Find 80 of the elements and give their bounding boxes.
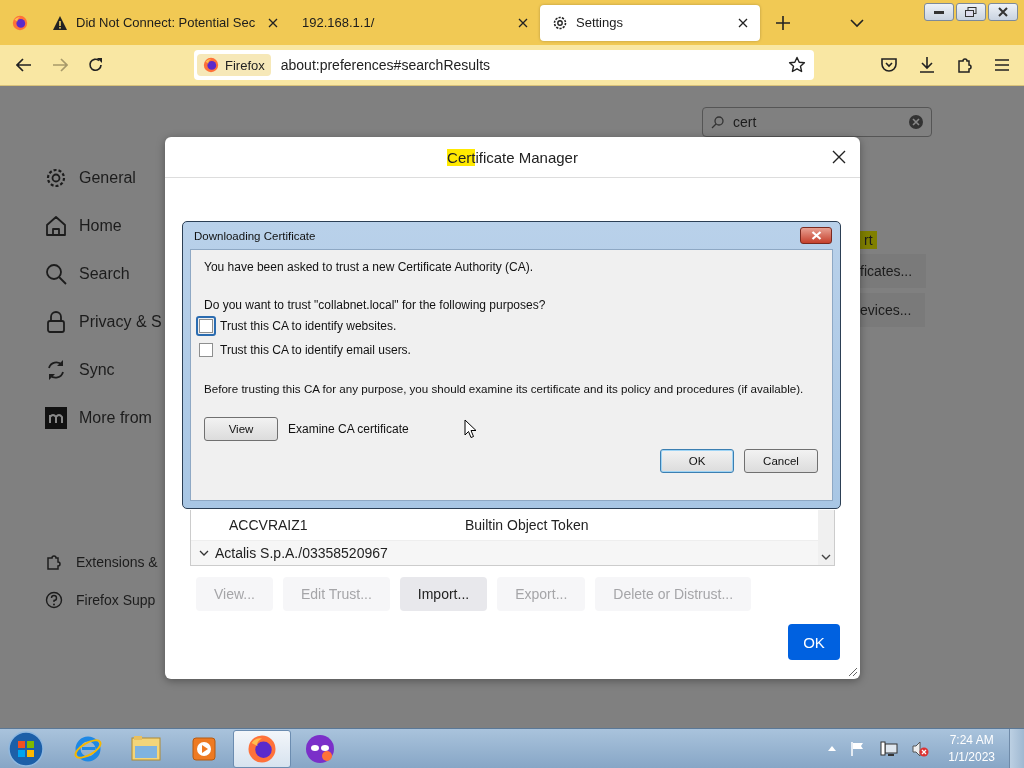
nav-item[interactable]: General xyxy=(45,166,215,189)
close-icon[interactable] xyxy=(268,17,278,28)
message-text: You have been asked to trust a new Certificate Authority (CA). xyxy=(204,260,534,274)
checkbox-label[interactable]: Trust this CA to identify websites. xyxy=(220,319,397,333)
gear-icon xyxy=(45,166,67,189)
tab-title: 192.168.1.1/ xyxy=(302,15,376,30)
home-icon xyxy=(45,214,67,237)
puzzle-icon xyxy=(45,553,63,571)
tab-title: Did Not Connect: Potential Sec xyxy=(76,15,257,30)
resize-grip-icon[interactable] xyxy=(846,665,858,677)
tab-title: Settings xyxy=(576,15,624,30)
cancel-button[interactable]: Cancel xyxy=(744,449,818,473)
minimize-icon xyxy=(934,10,944,14)
view-label: Examine CA certificate xyxy=(288,422,409,436)
close-button[interactable] xyxy=(800,227,832,244)
speaker-muted-icon[interactable] xyxy=(912,740,931,757)
start-button[interactable] xyxy=(7,729,45,768)
restore-button[interactable] xyxy=(956,3,986,21)
search-icon xyxy=(45,262,67,285)
help-icon xyxy=(45,591,63,609)
minimize-button[interactable] xyxy=(924,3,954,21)
ok-button[interactable]: OK xyxy=(660,449,734,473)
chevron-icon[interactable] xyxy=(199,549,209,557)
firefox-icon xyxy=(203,57,219,73)
sync-icon xyxy=(45,358,67,381)
chevron-down-icon[interactable] xyxy=(850,17,864,28)
browser-tab[interactable]: 192.168.1.1/ xyxy=(290,4,540,41)
plus-icon[interactable] xyxy=(776,15,790,30)
message-text: Do you want to trust "collabnet.local" for the following purposes? xyxy=(204,298,546,312)
close-icon xyxy=(998,7,1008,17)
checkbox[interactable] xyxy=(199,319,213,333)
puzzle-icon[interactable] xyxy=(956,56,974,74)
checkbox[interactable] xyxy=(199,343,213,357)
dialog-button[interactable]: Import... xyxy=(399,577,488,611)
table-cell-text: ACCVRAIZ1 xyxy=(228,517,309,533)
play-icon xyxy=(190,734,218,763)
nav-item[interactable]: Extensions & xyxy=(45,553,215,571)
nav-item[interactable]: Sync xyxy=(45,358,215,381)
menu-icon[interactable] xyxy=(994,58,1010,72)
chevron-down-icon xyxy=(821,554,831,561)
search-field[interactable]: cert xyxy=(702,107,932,137)
gear-icon xyxy=(552,14,568,31)
url-text: about:preferences#searchResults xyxy=(280,57,492,73)
address-bar[interactable]: Firefox about:preferences#searchResults xyxy=(194,50,814,80)
close-button[interactable] xyxy=(988,3,1018,21)
reload-icon[interactable] xyxy=(88,57,104,73)
search-icon xyxy=(711,115,725,129)
browser-tab[interactable]: Did Not Connect: Potential Sec xyxy=(40,4,290,41)
view-button[interactable]: View xyxy=(204,417,278,441)
cursor-icon xyxy=(464,419,477,439)
download-icon[interactable] xyxy=(918,56,936,74)
clock-date[interactable]: 1/1/2023 xyxy=(948,748,995,766)
restore-icon xyxy=(965,7,977,17)
network-icon[interactable] xyxy=(880,740,899,757)
message-text: Before trusting this CA for any purpose, you should examine its certificate and its policy and procedures (if available). xyxy=(204,382,804,395)
taskbar-button[interactable] xyxy=(233,729,291,768)
lock-icon xyxy=(45,310,67,333)
checkbox-label[interactable]: Trust this CA to identify email users. xyxy=(220,343,411,357)
nav-item[interactable]: Privacy & S xyxy=(45,310,215,333)
back-icon[interactable] xyxy=(16,57,32,73)
firefox-icon xyxy=(12,14,28,31)
ok-button[interactable]: OK xyxy=(788,624,840,660)
scrollbar[interactable] xyxy=(818,510,834,565)
dialog-title: Downloading Certificate xyxy=(194,229,316,242)
browser-tab[interactable]: Settings xyxy=(540,4,760,41)
close-icon[interactable] xyxy=(832,150,846,164)
brand-logo-icon xyxy=(45,406,67,429)
firefox-icon xyxy=(247,733,277,764)
close-icon xyxy=(810,231,822,240)
folder-icon xyxy=(130,733,162,764)
clear-icon[interactable] xyxy=(909,115,923,129)
star-icon[interactable] xyxy=(788,56,806,74)
mask-icon xyxy=(305,733,335,764)
close-icon[interactable] xyxy=(738,17,748,28)
identity-button[interactable]: Firefox xyxy=(197,54,271,76)
warning-icon xyxy=(52,14,68,31)
table-cell: Builtin Object Token xyxy=(465,517,589,533)
close-icon[interactable] xyxy=(518,17,528,28)
tree-row[interactable]: Actalis S.p.A./03358520967 xyxy=(215,545,388,561)
pocket-icon[interactable] xyxy=(880,56,898,74)
